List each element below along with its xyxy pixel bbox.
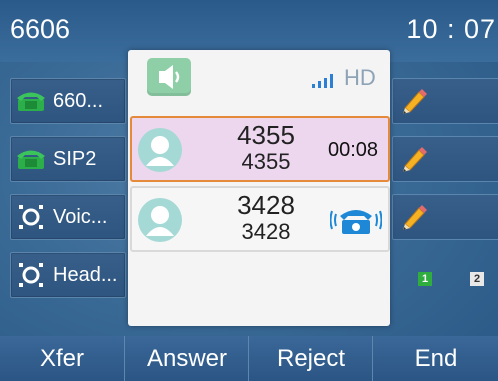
answer-button[interactable]: Answer (124, 336, 249, 381)
caller-name: 4355 (237, 120, 295, 150)
account-indicator-2: 2 (470, 272, 484, 286)
edit-key-2[interactable] (392, 136, 498, 182)
reject-button[interactable]: Reject (248, 336, 373, 381)
xfer-button[interactable]: Xfer (0, 336, 124, 381)
incoming-call-row[interactable]: 3428 3428 (130, 186, 390, 252)
caller-name: 3428 (237, 190, 295, 220)
phone-icon (15, 143, 47, 175)
line-key-2[interactable]: SIP2 (10, 136, 126, 182)
signal-icon (312, 74, 338, 93)
hd-badge: HD (344, 65, 376, 90)
pencil-icon (399, 144, 429, 174)
call-duration: 00:08 (328, 139, 379, 161)
edit-key-1[interactable] (392, 78, 498, 124)
extension-label: 6606 (10, 14, 71, 44)
caller-number: 4355 (241, 149, 291, 174)
pencil-icon (399, 86, 429, 116)
clock: 10 : 07 (406, 14, 496, 44)
account-indicator-1: 1 (418, 272, 432, 286)
line-key-label: Voic... (53, 205, 108, 228)
contact-avatar-icon (138, 198, 182, 242)
edit-key-3[interactable] (392, 194, 498, 240)
active-call-row[interactable]: 4355 4355 00:08 (130, 116, 390, 182)
line-key-3[interactable]: Voic... (10, 194, 126, 240)
line-key-1[interactable]: 660... (10, 78, 126, 124)
line-key-label: SIP2 (53, 147, 97, 170)
end-button[interactable]: End (372, 336, 498, 381)
call-status-bar: HD (128, 50, 390, 114)
pencil-icon (399, 202, 429, 232)
softkey-bar: Xfer Answer Reject End (0, 336, 498, 381)
phone-icon (15, 85, 47, 117)
incoming-call-icon (329, 202, 383, 243)
caller-number: 3428 (241, 219, 291, 244)
speaker-icon (147, 58, 191, 96)
line-key-label: 660... (53, 89, 104, 112)
voicemail-icon (15, 201, 47, 233)
line-key-label: Head... (53, 263, 118, 286)
contact-avatar-icon (138, 128, 182, 172)
headset-icon (15, 259, 47, 291)
line-key-4[interactable]: Head... (10, 252, 126, 298)
call-panel: HD 4355 4355 00:08 3428 3428 (128, 50, 390, 326)
